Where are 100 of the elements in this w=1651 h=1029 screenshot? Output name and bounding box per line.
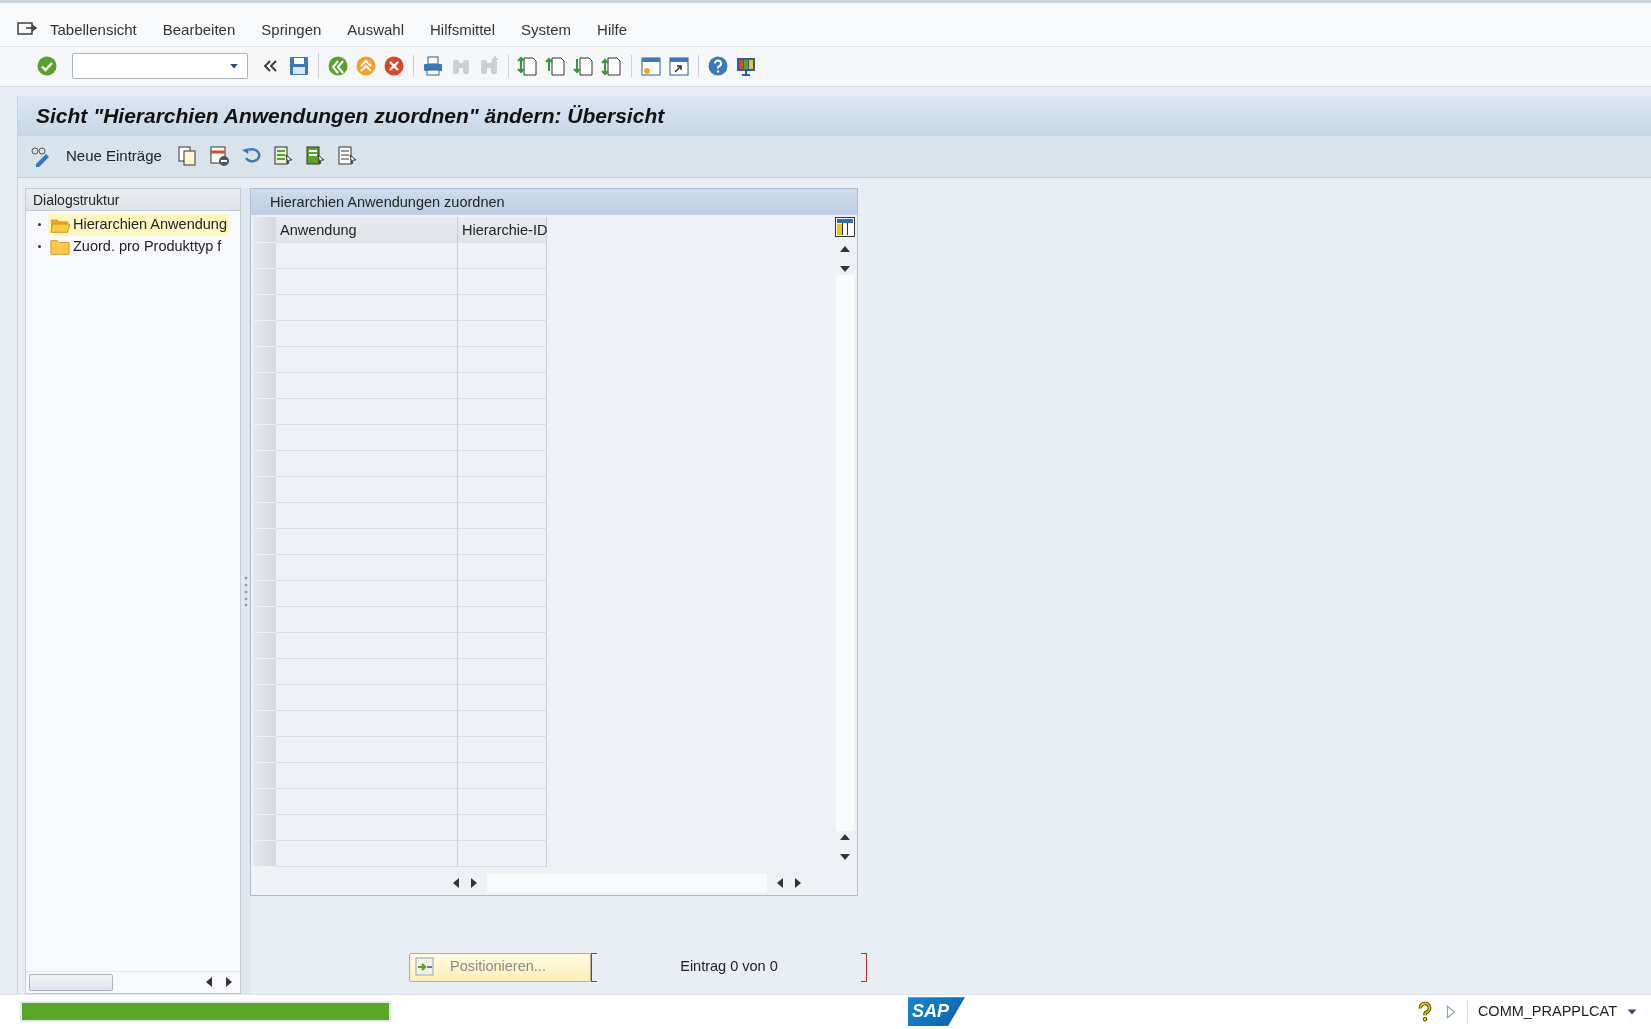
table-cell[interactable] (276, 814, 458, 841)
row-selector[interactable] (253, 424, 276, 451)
row-selector[interactable] (253, 736, 276, 763)
table-cell[interactable] (458, 632, 547, 659)
table-cell[interactable] (276, 450, 458, 477)
table-cell[interactable] (276, 476, 458, 503)
table-cell[interactable] (276, 710, 458, 737)
table-cell[interactable] (276, 398, 458, 425)
printer-icon[interactable] (422, 55, 444, 78)
scroll-down-icon[interactable] (839, 852, 851, 861)
table-cell[interactable] (458, 320, 547, 347)
row-selector[interactable] (253, 294, 276, 321)
row-minus-icon[interactable] (207, 145, 230, 168)
table-cell[interactable] (458, 398, 547, 425)
table-cell[interactable] (458, 372, 547, 399)
cross-circle-icon[interactable] (383, 55, 405, 78)
command-field[interactable] (72, 53, 248, 80)
scroll-up-icon[interactable] (839, 244, 851, 253)
row-selector[interactable] (253, 528, 276, 555)
table-cell[interactable] (276, 762, 458, 789)
table-cell[interactable] (276, 268, 458, 295)
row-selector[interactable] (253, 476, 276, 503)
table-cell[interactable] (458, 788, 547, 815)
table-cell[interactable] (276, 580, 458, 607)
row-selector[interactable] (253, 372, 276, 399)
scrollbar-thumb[interactable] (29, 973, 113, 991)
table-cell[interactable] (458, 476, 547, 503)
page-arrow-icon[interactable] (517, 55, 539, 78)
table-cell[interactable] (276, 788, 458, 815)
window-icon[interactable] (640, 55, 662, 78)
menu-item[interactable]: System (521, 18, 572, 42)
row-selector[interactable] (253, 606, 276, 633)
monitor-icon[interactable] (735, 55, 757, 78)
table-cell[interactable] (276, 736, 458, 763)
table-cell[interactable] (276, 424, 458, 451)
table-cell[interactable] (276, 294, 458, 321)
column-header[interactable]: Hierarchie-ID (458, 216, 547, 243)
menu-item[interactable]: Springen (261, 18, 322, 42)
table-cell[interactable] (458, 580, 547, 607)
table-cell[interactable] (276, 840, 458, 867)
up-chevron-circle-icon[interactable] (355, 55, 377, 78)
row-selector[interactable] (253, 840, 276, 867)
table-cell[interactable] (458, 294, 547, 321)
menu-item[interactable]: Bearbeiten (162, 18, 236, 42)
table-cell[interactable] (276, 346, 458, 373)
row-selector[interactable] (253, 658, 276, 685)
table-cell[interactable] (458, 242, 547, 269)
table-cell[interactable] (458, 502, 547, 529)
table-cell[interactable] (458, 528, 547, 555)
scroll-right-icon[interactable] (224, 976, 234, 989)
table-cell[interactable] (276, 684, 458, 711)
menu-item[interactable]: Auswahl (347, 18, 405, 42)
row-selector[interactable] (253, 632, 276, 659)
new-entries-button[interactable]: Neue Einträge (62, 144, 166, 168)
row-selector[interactable] (253, 710, 276, 737)
page-arrow-icon[interactable] (601, 55, 623, 78)
row-selector[interactable] (253, 398, 276, 425)
row-selector[interactable] (253, 788, 276, 815)
table-cell[interactable] (458, 268, 547, 295)
row-selector[interactable] (253, 502, 276, 529)
scroll-right-icon[interactable] (469, 876, 479, 889)
list-cursor-icon[interactable] (271, 145, 294, 168)
table-cell[interactable] (276, 502, 458, 529)
row-selector[interactable] (253, 450, 276, 477)
table-cell[interactable] (458, 606, 547, 633)
double-chevron-circle-icon[interactable] (327, 55, 349, 78)
check-icon[interactable] (36, 55, 58, 78)
column-header[interactable]: Anwendung (276, 216, 458, 243)
help-icon[interactable] (707, 55, 729, 78)
table-cell[interactable] (276, 372, 458, 399)
page-arrow-icon[interactable] (573, 55, 595, 78)
table-cell[interactable] (458, 346, 547, 373)
table-cell[interactable] (276, 320, 458, 347)
glasses-pencil-icon[interactable] (30, 145, 52, 168)
column-settings-icon[interactable] (835, 216, 855, 237)
row-selector[interactable] (253, 814, 276, 841)
row-selector[interactable] (253, 346, 276, 373)
table-cell[interactable] (458, 840, 547, 867)
table-cell[interactable] (458, 554, 547, 581)
table-cell[interactable] (276, 554, 458, 581)
table-cell[interactable] (458, 710, 547, 737)
table-cell[interactable] (458, 658, 547, 685)
scroll-left-icon[interactable] (204, 976, 214, 989)
menu-item[interactable]: Hilfe (597, 18, 628, 42)
table-cell[interactable] (276, 632, 458, 659)
scroll-left-icon[interactable] (775, 876, 785, 889)
table-cell[interactable] (276, 606, 458, 633)
system-info[interactable]: COMM_PRAPPLCAT (1466, 1000, 1617, 1023)
copy-icon[interactable] (175, 145, 198, 168)
table-cell[interactable] (458, 736, 547, 763)
row-selector[interactable] (253, 684, 276, 711)
tree-item[interactable]: Hierarchien Anwendung (48, 213, 229, 236)
row-selector[interactable] (253, 268, 276, 295)
table-cell[interactable] (458, 762, 547, 789)
row-selector[interactable] (253, 762, 276, 789)
row-selector[interactable] (253, 554, 276, 581)
scroll-right-icon[interactable] (793, 876, 803, 889)
table-cell[interactable] (276, 658, 458, 685)
table-cell[interactable] (276, 242, 458, 269)
row-selector[interactable] (253, 320, 276, 347)
